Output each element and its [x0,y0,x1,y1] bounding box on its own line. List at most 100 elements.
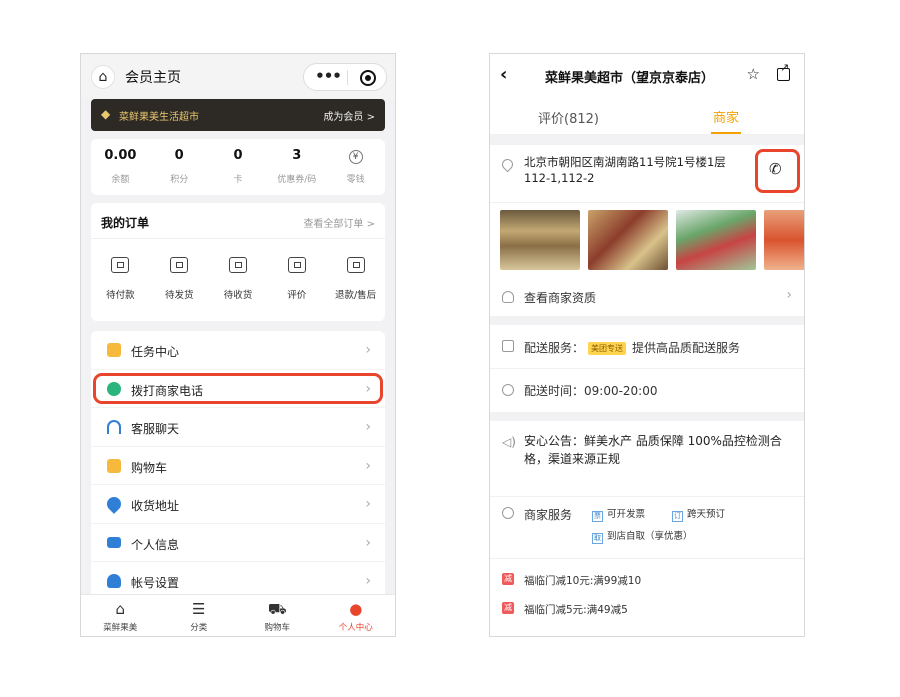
account-stats: 0.00 余额 0 积分 0 卡 3 优惠券/码 ¥ 零钱 [91,139,385,195]
invoice-icon: 票 [592,511,603,522]
promotion-row: 减 福临门减10元:满99减10 [490,565,804,594]
tab-strip: 评价(812) 商家 [490,99,804,135]
preorder-icon: 订 [672,511,683,522]
stat-label: 零钱 [346,175,365,185]
chevron-right-icon: › [365,380,371,397]
service-label: 跨天预订 [687,509,726,520]
become-member-link[interactable]: 成为会员 > [323,108,375,123]
menu-label: 个人信息 [131,537,180,552]
merchant-qualification-row[interactable]: 查看商家资质 › [490,277,804,317]
home-icon[interactable]: ⌂ [91,65,115,89]
chevron-right-icon: › [365,457,371,474]
store-photo[interactable] [764,210,804,270]
services-label: 商家服务 [524,508,573,522]
menu-call-merchant[interactable]: 拨打商家电话 › [91,370,385,408]
chevron-right-icon: › [365,419,371,435]
merchant-services-row: 商家服务 票可开发票 订跨天预订 取到店自取（享优惠） [490,497,804,559]
chevron-right-icon: › [365,534,371,551]
back-arrow-icon[interactable]: ‹ [500,64,507,85]
diamond-icon: ◆ [101,107,111,121]
order-status-label: 待付款 [106,290,135,301]
review-icon [287,257,306,273]
orders-header: 我的订单 查看全部订单 > [91,203,385,239]
favorite-star-icon[interactable]: ☆ [747,65,760,83]
service-pickup: 取到店自取（享优惠） [592,528,693,544]
mini-program-capsule: ••• [303,63,387,91]
store-photo[interactable] [500,210,580,270]
store-name: 菜鲜果美生活超市 [119,112,199,123]
stat-label: 余额 [111,175,130,185]
category-icon: ☰ [192,600,206,618]
discount-tag-icon: 减 [502,602,514,614]
package-icon [170,257,189,273]
order-pending-shipment[interactable]: 待发货 [150,257,209,301]
section-gap [490,135,804,145]
tab-home[interactable]: ⌂ 菜鲜果美 [81,595,160,636]
store-photo[interactable] [588,210,668,270]
order-status-label: 待发货 [164,290,194,301]
delivery-time-row: 配送时间：09:00-20:00 [490,369,804,413]
delivery-desc: 提供高品质配送服务 [632,341,741,355]
stat-change[interactable]: ¥ 零钱 [326,139,385,195]
order-pending-payment[interactable]: 待付款 [91,257,150,301]
member-home-screen: ⌂ 会员主页 ••• ◆ 菜鲜果美生活超市 成为会员 > 0.00 余额 0 积… [80,53,396,637]
merchant-info-screen: ‹ 菜鲜果美超市（望京京泰店） ☆ 评价(812) 商家 北京市朝阳区南湖南路1… [489,53,805,637]
target-icon[interactable] [360,70,376,86]
speaker-icon: ◁) [502,435,516,449]
share-icon[interactable] [777,61,790,81]
chevron-right-icon: › [365,573,371,589]
tab-cart[interactable]: ⛟ 购物车 [238,595,317,636]
location-icon [104,494,124,514]
tab-label: 分类 [190,623,208,633]
menu-personal-info[interactable]: 个人信息 › [91,524,385,562]
menu-cart[interactable]: 购物车 › [91,447,385,485]
order-status-label: 待收货 [223,290,253,301]
order-status-label: 退款/售后 [334,290,377,301]
more-icon[interactable]: ••• [312,67,344,85]
menu-customer-chat[interactable]: 客服聊天 › [91,408,385,447]
store-photo[interactable] [676,210,756,270]
order-pending-receipt[interactable]: 待收货 [209,257,268,301]
stat-coupons[interactable]: 3 优惠券/码 [267,139,326,195]
qualification-label: 查看商家资质 [524,291,597,305]
tab-profile[interactable]: ● 个人中心 [317,595,396,636]
promotion-text: 福临门减10元:满99减10 [524,575,642,587]
phone-icon: ✆ [769,160,782,178]
chevron-right-icon: › [365,496,371,512]
section-gap [490,413,804,421]
order-status-label: 评价 [287,290,307,301]
menu-shipping-address[interactable]: 收货地址 › [91,485,385,524]
tab-label: 个人中心 [338,623,373,633]
store-photo-strip[interactable] [490,207,804,277]
menu-label: 收货地址 [131,499,180,513]
stat-points[interactable]: 0 积分 [150,139,209,195]
store-title: 菜鲜果美超市（望京京泰店） [545,71,715,86]
chevron-right-icon: › [786,287,792,303]
view-all-orders-link[interactable]: 查看全部订单 > [303,215,375,230]
stat-balance[interactable]: 0.00 余额 [91,139,150,195]
service-invoice: 票可开发票 [592,506,645,522]
member-banner[interactable]: ◆ 菜鲜果美生活超市 成为会员 > [91,99,385,131]
discount-tag-icon: 减 [502,573,514,585]
nav-bar: ‹ 菜鲜果美超市（望京京泰店） ☆ [490,54,804,99]
location-pin-icon [499,156,516,173]
stat-label: 积分 [170,175,189,185]
menu-task-center[interactable]: 任务中心 › [91,331,385,370]
tab-category[interactable]: ☰ 分类 [160,595,239,636]
tab-label: 菜鲜果美 [103,623,138,633]
stat-value: 0 [233,148,243,163]
menu-label: 任务中心 [131,345,180,359]
call-merchant-button[interactable]: ✆ [755,149,800,193]
section-gap [490,317,804,325]
active-tab-indicator [711,132,741,134]
service-label: 可开发票 [607,509,646,520]
menu-label: 购物车 [131,460,168,475]
order-refund[interactable]: 退款/售后 [326,257,385,301]
tab-merchant[interactable]: 商家 [713,107,739,126]
menu-label: 拨打商家电话 [131,383,204,398]
tab-reviews[interactable]: 评价(812) [538,108,599,127]
stat-cards[interactable]: 0 卡 [209,139,268,195]
notice-row: ◁) 安心公告：鲜美水产 品质保障 100%品控检测合格，渠道来源正规 [490,421,804,497]
stat-value: 3 [292,148,302,163]
order-review[interactable]: 评价 [267,257,326,301]
